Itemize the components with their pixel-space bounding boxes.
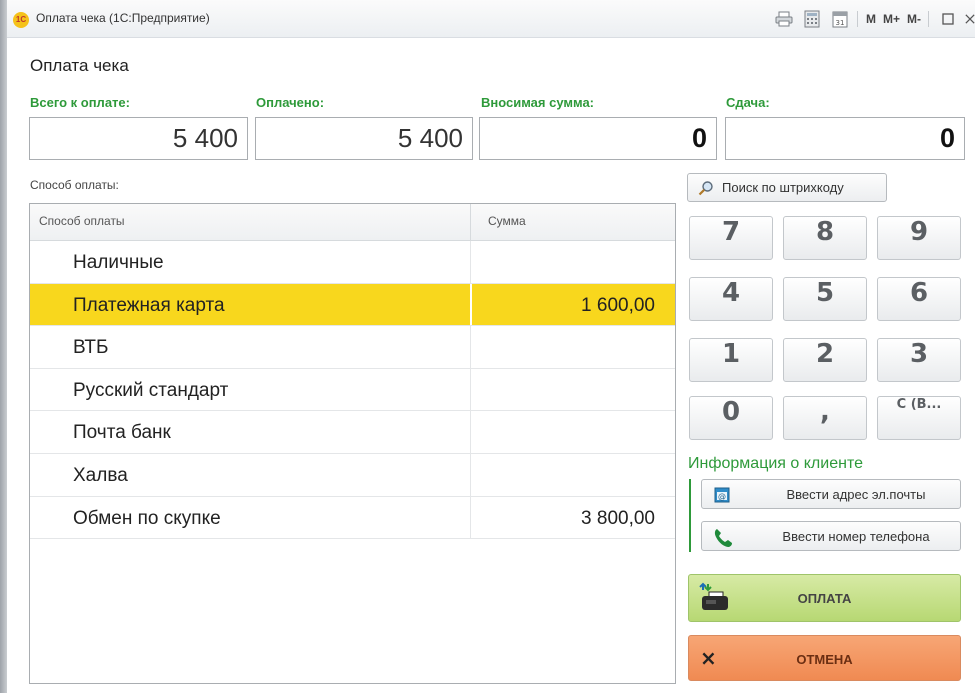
memory-m-button[interactable]: M [866, 12, 876, 26]
row-method: Наличные [73, 252, 164, 273]
total-label: Всего к оплате: [30, 95, 130, 110]
row-divider [470, 453, 471, 496]
toolbar-separator [856, 11, 858, 27]
keypad-comma-button[interactable]: , [783, 396, 867, 440]
table-header: Способ оплаты Сумма [30, 204, 675, 241]
row-method: Халва [73, 464, 128, 486]
row-divider [470, 326, 471, 368]
print-icon[interactable] [773, 8, 795, 30]
deposit-label: Вносимая сумма: [481, 95, 595, 110]
keypad-clear-button[interactable]: С (В... [877, 396, 961, 440]
paid-amount-field: 5 400 [255, 117, 473, 160]
close-icon[interactable] [965, 8, 975, 30]
cancel-button-label: ОТМЕНА [796, 652, 853, 667]
page-title: Оплата чека [30, 56, 129, 75]
table-row[interactable]: Почта банк [30, 411, 675, 454]
enter-phone-button[interactable]: Ввести номер телефона [701, 521, 961, 551]
barcode-search-label: Поиск по штрихкоду [722, 180, 844, 195]
enter-phone-label: Ввести номер телефона [782, 529, 930, 544]
pay-button[interactable]: ОПЛАТА [688, 574, 961, 622]
enter-email-label: Ввести адрес эл.почты [786, 487, 926, 502]
memory-minus-button[interactable]: M- [907, 12, 921, 26]
total-amount-field: 5 400 [29, 117, 248, 160]
payment-methods-table: Способ оплаты Сумма Наличные Платежная к… [29, 203, 676, 684]
table-row[interactable]: Обмен по скупке 3 800,00 [30, 496, 675, 540]
row-divider [470, 496, 471, 539]
change-label: Сдача: [726, 95, 770, 110]
phone-icon [712, 527, 732, 547]
payment-window: 1С Оплата чека (1С:Предприятие) 31 M M+ … [0, 0, 975, 693]
column-header-amount[interactable]: Сумма [488, 214, 526, 228]
magnifier-icon [698, 180, 714, 196]
row-divider [470, 283, 472, 326]
cancel-button[interactable]: × ОТМЕНА [688, 635, 961, 681]
keypad-2-button[interactable]: 2 [783, 338, 867, 382]
table-row[interactable]: Халва [30, 453, 675, 497]
toolbar-separator [928, 11, 929, 27]
calculator-icon[interactable] [801, 8, 823, 30]
title-toolbar: 31 M M+ M- [773, 8, 975, 30]
keypad-0-button[interactable]: 0 [689, 396, 773, 440]
row-divider [470, 368, 471, 411]
row-amount: 3 800,00 [581, 507, 655, 529]
column-header-method[interactable]: Способ оплаты [39, 214, 125, 228]
table-row[interactable]: Наличные [30, 241, 675, 284]
change-amount-field: 0 [725, 117, 965, 160]
memory-plus-button[interactable]: M+ [883, 12, 900, 26]
keypad-3-button[interactable]: 3 [877, 338, 961, 382]
enter-email-button[interactable]: @ Ввести адрес эл.почты [701, 479, 961, 509]
maximize-icon[interactable] [937, 8, 959, 30]
row-method: Обмен по скупке [73, 507, 221, 529]
deposit-amount-field[interactable]: 0 [479, 117, 717, 160]
keypad-1-button[interactable]: 1 [689, 338, 773, 382]
row-divider [470, 411, 471, 453]
header-divider [470, 204, 471, 241]
keypad-8-button[interactable]: 8 [783, 216, 867, 260]
app-logo: 1С [13, 12, 29, 28]
window-title: Оплата чека (1С:Предприятие) [36, 11, 210, 25]
barcode-search-button[interactable]: Поиск по штрихкоду [687, 173, 887, 202]
keypad-6-button[interactable]: 6 [877, 277, 961, 321]
svg-text:31: 31 [836, 19, 845, 27]
row-amount[interactable]: 1 600,00 [581, 295, 655, 317]
title-bar: 1С Оплата чека (1С:Предприятие) 31 M M+ … [7, 0, 975, 38]
row-method: Русский стандарт [73, 379, 229, 401]
calendar-icon[interactable]: 31 [829, 8, 851, 30]
keypad-9-button[interactable]: 9 [877, 216, 961, 260]
row-method: ВТБ [73, 337, 109, 359]
row-method: Почта банк [73, 422, 171, 444]
payment-method-label: Способ оплаты: [30, 178, 119, 192]
window-left-edge [0, 0, 7, 693]
client-info-divider [689, 479, 691, 552]
client-info-title: Информация о клиенте [688, 455, 863, 472]
keypad-4-button[interactable]: 4 [689, 277, 773, 321]
pay-button-label: ОПЛАТА [797, 591, 852, 606]
keypad-7-button[interactable]: 7 [689, 216, 773, 260]
email-icon: @ [712, 485, 732, 505]
table-row[interactable]: ВТБ [30, 326, 675, 369]
table-row[interactable]: Русский стандарт [30, 368, 675, 412]
row-method: Платежная карта [73, 294, 225, 316]
table-row-selected[interactable]: Платежная карта 1 600,00 [30, 283, 675, 327]
row-divider [470, 241, 471, 283]
paid-label: Оплачено: [256, 95, 325, 110]
svg-text:@: @ [718, 492, 726, 501]
keypad-5-button[interactable]: 5 [783, 277, 867, 321]
